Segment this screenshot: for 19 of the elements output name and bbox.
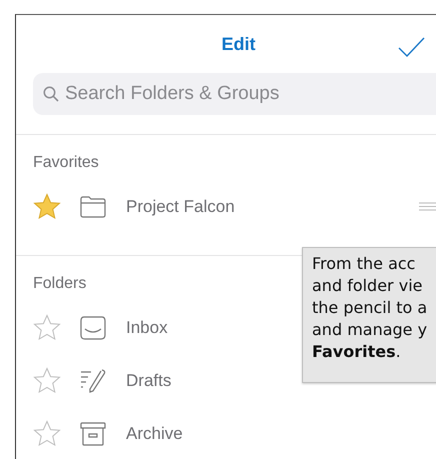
folder-name[interactable]: Project Falcon xyxy=(126,196,235,216)
star-outline-icon[interactable] xyxy=(33,420,61,447)
tooltip-text: From the acc and folder vie the pencil to a and manage y Favorites. xyxy=(312,253,428,363)
star-outline-icon[interactable] xyxy=(33,367,61,394)
filled-star-icon[interactable] xyxy=(33,193,61,220)
star-outline-icon[interactable] xyxy=(33,314,61,341)
folder-icon xyxy=(80,196,106,218)
pencil-lines-icon xyxy=(80,368,106,392)
folder-name[interactable]: Archive xyxy=(126,424,183,444)
inbox-tray-icon xyxy=(80,316,106,340)
section-heading: Folders xyxy=(33,275,86,294)
search-icon xyxy=(43,86,59,102)
header-title: Edit xyxy=(222,34,256,54)
checkmark-icon[interactable] xyxy=(398,37,425,57)
folder-name[interactable]: Drafts xyxy=(126,370,172,390)
section-heading: Favorites xyxy=(33,154,99,173)
search-field[interactable]: Search Folders & Groups xyxy=(33,73,436,115)
folder-name[interactable]: Inbox xyxy=(126,318,168,338)
archive-box-icon xyxy=(80,422,106,446)
